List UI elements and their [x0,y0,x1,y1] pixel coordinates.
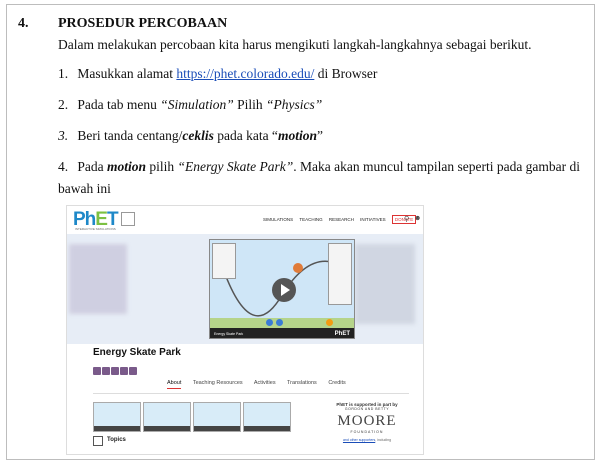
step-number: 1. [58,66,69,81]
nav-simulations[interactable]: SIMULATIONS [263,217,293,222]
platform-icons [93,362,138,380]
control-dot[interactable] [276,319,283,326]
section-number: 4. [18,16,29,31]
platform-icon [102,367,110,375]
tab-activities[interactable]: Activities [254,380,276,386]
step-emphasis: “Energy Skate Park” [177,159,294,174]
thumbnail-bar [194,426,240,431]
step-emphasis: “Simulation” [160,97,234,112]
phet-nav: SIMULATIONS TEACHING RESEARCH INITIATIVE… [263,215,421,224]
step-emphasis: ceklis [182,128,214,143]
nav-research[interactable]: RESEARCH [329,217,354,222]
step-emphasis: motion [107,159,147,174]
step-number: 4. [58,159,69,174]
thumbnail-bar [94,426,140,431]
sim-thumbnail[interactable] [243,402,291,432]
step-text: Pilih [233,97,267,112]
phet-header: PhET INTERACTIVE SIMULATIONS SIMULATIONS… [67,206,423,234]
tab-translations[interactable]: Translations [287,380,317,386]
phet-link[interactable]: https://phet.colorado.edu/ [176,66,314,81]
steps-list: 1. Masukkan alamat https://phet.colorado… [58,63,583,209]
logo-subtitle: INTERACTIVE SIMULATIONS [75,227,116,231]
step-text: pilih [146,159,178,174]
sim-thumbnail[interactable] [93,402,141,432]
section-title: PROSEDUR PERCOBAAN [58,16,228,31]
control-dot[interactable] [326,319,333,326]
step-text: Pada [77,159,107,174]
support-small-text: , including [375,438,392,442]
other-supporters-link[interactable]: and other supporters [343,438,375,442]
nav-initiatives[interactable]: INITIATIVES [360,217,385,222]
thumbnail-bar [244,426,290,431]
support-small: and other supporters, including [325,438,409,442]
step-text: Pada tab menu [77,97,161,112]
university-logo-icon [121,212,135,226]
step-text: ” [316,128,323,143]
step-text: Beri tanda centang/ [74,128,183,143]
intro-text: Dalam melakukan percobaan kita harus men… [58,37,532,52]
step-text: Masukkan alamat [77,66,177,81]
sim-banner: Energy Skate Park PhET [67,234,423,344]
sim-brand: PhET [334,331,350,337]
step-number: 3. [58,128,69,143]
sim-title: Energy Skate Park [93,347,181,358]
play-icon[interactable] [272,278,296,302]
step-2: 2. Pada tab menu “Simulation” Pilih “Phy… [58,94,583,116]
phet-screenshot: PhET INTERACTIVE SIMULATIONS SIMULATIONS… [66,205,424,455]
sim-thumbnail[interactable] [143,402,191,432]
control-dot[interactable] [266,319,273,326]
thumbnail-bar [144,426,190,431]
topics-icon [93,436,103,446]
blurred-panel [355,244,415,324]
step-emphasis: “Physics” [266,97,323,112]
sponsor-logo: MOORE [337,413,397,429]
sim-preview[interactable]: Energy Skate Park PhET [209,239,355,339]
tab-about[interactable]: About [167,380,182,389]
sim-tabs: About Teaching Resources Activities Tran… [167,380,356,389]
step-text: pada kata “ [213,128,278,143]
step-text: di Browser [314,66,378,81]
platform-icon [120,367,128,375]
tab-teaching-resources[interactable]: Teaching Resources [193,380,243,386]
sponsor-line: FOUNDATION [350,430,384,434]
sim-right-panel [328,243,352,305]
sim-label: Energy Skate Park [214,332,244,336]
support-box: PhET is supported in part by GORDON AND … [325,402,409,442]
section-heading: 4. PROSEDUR PERCOBAAN [18,16,227,32]
step-4: 4. Pada motion pilih “Energy Skate Park”… [58,156,583,200]
sim-thumbnail[interactable] [193,402,241,432]
user-icon[interactable]: ☻ [414,215,421,222]
sim-left-panel [212,243,236,279]
sponsor-line: GORDON AND BETTY [344,407,390,411]
step-number: 2. [58,97,69,112]
search-icon[interactable]: ⚲ [404,215,409,223]
platform-icon [129,367,137,375]
step-emphasis: motion [277,128,317,143]
step-3: 3. Beri tanda centang/ceklis pada kata “… [58,125,583,147]
tab-credits[interactable]: Credits [328,380,345,386]
nav-teaching[interactable]: TEACHING [299,217,322,222]
divider [93,393,409,394]
platform-icon [111,367,119,375]
blurred-panel [69,244,127,314]
step-1: 1. Masukkan alamat https://phet.colorado… [58,63,583,85]
topics-heading: Topics [107,437,126,443]
platform-icon [93,367,101,375]
